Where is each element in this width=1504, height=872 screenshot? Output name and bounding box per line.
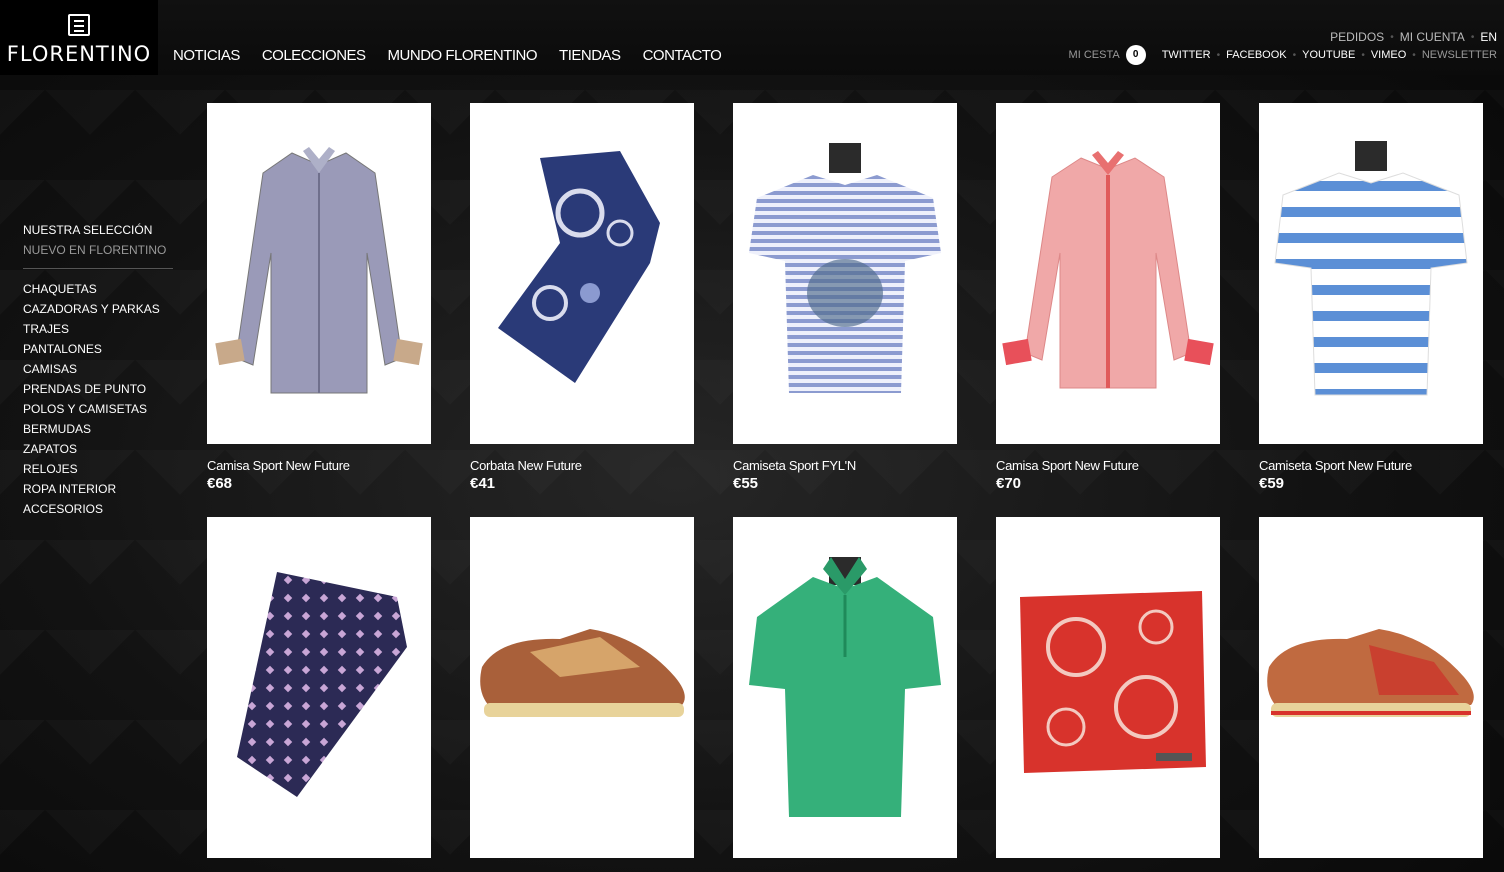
product-card[interactable]: Corbata New Future €41 (470, 103, 694, 492)
tie-icon (498, 151, 660, 383)
logo[interactable]: FLORENTINO (0, 0, 158, 75)
product-image[interactable] (1259, 517, 1483, 858)
product-card[interactable]: Camiseta Sport FYL'N €55 (733, 103, 957, 492)
shirt-icon (215, 147, 423, 394)
sidebar-item-accesorios[interactable]: ACCESORIOS (23, 499, 173, 519)
category-sidebar: NUESTRA SELECCIÓN NUEVO EN FLORENTINO CH… (23, 220, 173, 519)
product-image[interactable] (996, 103, 1220, 444)
sidebar-item-trajes[interactable]: TRAJES (23, 319, 173, 339)
pocket-square-icon (1020, 591, 1206, 773)
cart-label[interactable]: MI CESTA (1069, 49, 1120, 61)
sidebar-item-nuestra-seleccion[interactable]: NUESTRA SELECCIÓN (23, 220, 173, 240)
separator: • (1292, 49, 1297, 61)
product-card[interactable]: Camiseta Sport New Future €59 (1259, 103, 1483, 492)
sidebar-item-camisas[interactable]: CAMISAS (23, 359, 173, 379)
sidebar-item-bermudas[interactable]: BERMUDAS (23, 419, 173, 439)
sidebar-item-zapatos[interactable]: ZAPATOS (23, 439, 173, 459)
nav-tiendas[interactable]: TIENDAS (559, 47, 621, 64)
account-link[interactable]: MI CUENTA (1400, 30, 1465, 44)
orders-link[interactable]: PEDIDOS (1330, 30, 1384, 44)
product-image[interactable] (470, 517, 694, 858)
sidebar-item-prendas-de-punto[interactable]: PRENDAS DE PUNTO (23, 379, 173, 399)
twitter-link[interactable]: TWITTER (1162, 49, 1211, 61)
product-name[interactable]: Camisa Sport New Future (996, 458, 1220, 473)
brand-name: FLORENTINO (6, 42, 152, 66)
tshirt-icon (1274, 141, 1468, 396)
sidebar-item-relojes[interactable]: RELOJES (23, 459, 173, 479)
polo-icon (749, 557, 941, 817)
product-price: €59 (1259, 475, 1285, 492)
sidebar-item-chaquetas[interactable]: CHAQUETAS (23, 279, 173, 299)
product-price: €68 (207, 475, 233, 492)
product-card[interactable] (1259, 517, 1483, 872)
product-card[interactable]: Camisa Sport New Future €70 (996, 103, 1220, 492)
nav-mundo-florentino[interactable]: MUNDO FLORENTINO (388, 47, 538, 64)
separator: • (1390, 31, 1394, 43)
nav-noticias[interactable]: NOTICIAS (173, 47, 240, 64)
product-image[interactable] (470, 103, 694, 444)
product-image[interactable] (733, 103, 957, 444)
product-price: €70 (996, 475, 1022, 492)
sidebar-item-ropa-interior[interactable]: ROPA INTERIOR (23, 479, 173, 499)
product-image[interactable] (1259, 103, 1483, 444)
main-nav: NOTICIAS COLECCIONES MUNDO FLORENTINO TI… (173, 47, 743, 64)
product-name[interactable]: Corbata New Future (470, 458, 694, 473)
tshirt-icon (749, 143, 941, 393)
social-bar: MI CESTA 0 TWITTER • FACEBOOK • YOUTUBE … (1069, 45, 1497, 65)
separator: • (1470, 31, 1475, 43)
product-card[interactable] (207, 517, 431, 872)
tie-icon (237, 572, 407, 797)
nav-contacto[interactable]: CONTACTO (643, 47, 722, 64)
shirt-icon (1002, 151, 1214, 389)
product-image[interactable] (733, 517, 957, 858)
sidebar-item-nuevo-en-florentino[interactable]: NUEVO EN FLORENTINO (23, 240, 173, 260)
product-image[interactable] (207, 103, 431, 444)
product-card[interactable] (470, 517, 694, 872)
product-price: €41 (470, 475, 496, 492)
shoe-icon (1267, 629, 1474, 717)
language-link[interactable]: EN (1480, 30, 1497, 44)
menu-box-icon (68, 14, 90, 36)
vimeo-link[interactable]: VIMEO (1371, 49, 1406, 61)
shoe-icon (480, 629, 685, 717)
sidebar-item-cazadoras[interactable]: CAZADORAS Y PARKAS (23, 299, 173, 319)
youtube-link[interactable]: YOUTUBE (1302, 49, 1355, 61)
product-name[interactable]: Camiseta Sport New Future (1259, 458, 1483, 473)
sidebar-item-polos[interactable]: POLOS Y CAMISETAS (23, 399, 173, 419)
facebook-link[interactable]: FACEBOOK (1226, 49, 1287, 61)
product-card[interactable] (733, 517, 957, 872)
product-name[interactable]: Camiseta Sport FYL'N (733, 458, 957, 473)
product-card[interactable]: Camisa Sport New Future €68 (207, 103, 431, 492)
nav-colecciones[interactable]: COLECCIONES (262, 47, 366, 64)
sidebar-item-pantalones[interactable]: PANTALONES (23, 339, 173, 359)
newsletter-link[interactable]: NEWSLETTER (1422, 49, 1497, 61)
separator: • (1412, 49, 1416, 61)
product-name[interactable]: Camisa Sport New Future (207, 458, 431, 473)
site-header: FLORENTINO NOTICIAS COLECCIONES MUNDO FL… (0, 0, 1504, 75)
product-card[interactable] (996, 517, 1220, 872)
product-price: €55 (733, 475, 759, 492)
separator: • (1361, 49, 1365, 61)
cart-count-badge[interactable]: 0 (1125, 45, 1146, 65)
account-links: PEDIDOS • MI CUENTA • EN (1330, 30, 1497, 44)
product-image[interactable] (207, 517, 431, 858)
sidebar-divider (23, 268, 173, 269)
separator: • (1216, 49, 1221, 61)
product-image[interactable] (996, 517, 1220, 858)
